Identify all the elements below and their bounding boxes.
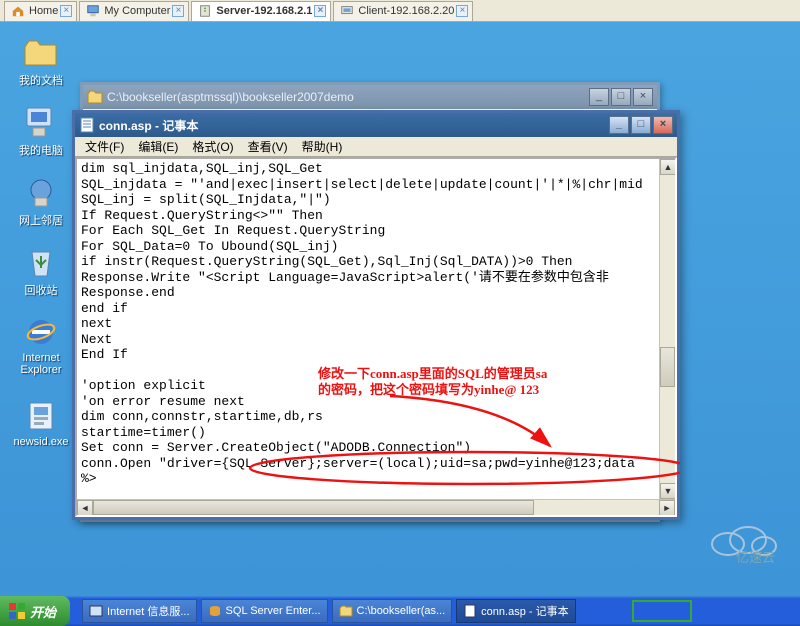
close-icon[interactable]: × <box>456 5 468 17</box>
taskbar-button-label: conn.asp - 记事本 <box>481 603 568 619</box>
desktop-icon-network[interactable]: 网上邻居 <box>6 174 76 228</box>
tray-highlight <box>632 600 692 622</box>
app-icon <box>89 604 103 618</box>
minimize-button[interactable]: _ <box>589 88 609 106</box>
folder-icon <box>21 34 61 70</box>
taskbar-button-label: Internet 信息服... <box>107 603 190 619</box>
notepad-titlebar[interactable]: conn.asp - 记事本 _ □ × <box>75 113 677 137</box>
scroll-thumb[interactable] <box>93 500 534 515</box>
computer-icon <box>21 104 61 140</box>
start-button[interactable]: 开始 <box>0 596 70 626</box>
close-icon[interactable]: × <box>60 5 72 17</box>
desktop-icon-label: 我的文档 <box>6 72 76 88</box>
annotation-line: 的密码，把这个密码填写为yinhe@ 123 <box>318 382 588 398</box>
minimize-button[interactable]: _ <box>609 116 629 134</box>
vm-tab-label: Client-192.168.2.20 <box>358 5 454 17</box>
vm-tab-my-computer[interactable]: My Computer × <box>79 1 189 21</box>
menu-help[interactable]: 帮助(H) <box>296 137 349 156</box>
desktop-icon-label: 我的电脑 <box>6 142 76 158</box>
annotation-line: 修改一下conn.asp里面的SQL的管理员sa <box>318 366 588 382</box>
vm-tab-label: Server-192.168.2.1 <box>216 5 312 17</box>
app-icon <box>208 604 222 618</box>
close-button[interactable]: × <box>653 116 673 134</box>
folder-icon <box>339 604 353 618</box>
vertical-scrollbar[interactable]: ▲ ▼ <box>659 159 675 499</box>
taskbar-button-iis[interactable]: Internet 信息服... <box>82 599 197 623</box>
text-editor[interactable]: dim sql_injdata,SQL_inj,SQL_Get SQL_injd… <box>77 159 659 499</box>
maximize-button[interactable]: □ <box>611 88 631 106</box>
vm-tab-label: Home <box>29 5 58 17</box>
maximize-button[interactable]: □ <box>631 116 651 134</box>
vm-tab-bar: Home × My Computer × Server-192.168.2.1 … <box>0 0 800 22</box>
exe-icon <box>21 398 61 434</box>
scroll-up-button[interactable]: ▲ <box>660 159 676 175</box>
editor-area: dim sql_injdata,SQL_inj,SQL_Get SQL_injd… <box>75 157 677 517</box>
vm-tab-client[interactable]: Client-192.168.2.20 × <box>333 1 473 21</box>
ie-icon <box>21 314 61 350</box>
menu-view[interactable]: 查看(V) <box>242 137 294 156</box>
server-icon <box>198 4 212 18</box>
vm-tab-home[interactable]: Home × <box>4 1 77 21</box>
close-icon[interactable]: × <box>172 5 184 17</box>
menu-file[interactable]: 文件(F) <box>79 137 130 156</box>
horizontal-scrollbar[interactable]: ◄ ► <box>77 499 675 515</box>
desktop-icon-label: 回收站 <box>6 282 76 298</box>
desktop-icon-label: newsid.exe <box>6 436 76 448</box>
pc-icon <box>86 4 100 18</box>
scroll-left-button[interactable]: ◄ <box>77 500 93 516</box>
notepad-icon <box>79 117 95 133</box>
taskbar-button-explorer[interactable]: C:\bookseller(as... <box>332 599 453 623</box>
vm-tab-label: My Computer <box>104 5 170 17</box>
desktop-icon-label: Internet Explorer <box>6 352 76 376</box>
explorer-titlebar[interactable]: C:\bookseller(asptmssql)\bookseller2007d… <box>83 85 657 109</box>
desktop-icon-recycle-bin[interactable]: 回收站 <box>6 244 76 298</box>
menu-edit[interactable]: 编辑(E) <box>132 137 184 156</box>
vm-tab-server[interactable]: Server-192.168.2.1 × <box>191 1 331 21</box>
scroll-down-button[interactable]: ▼ <box>660 483 676 499</box>
window-title: C:\bookseller(asptmssql)\bookseller2007d… <box>107 90 354 104</box>
taskbar-button-label: SQL Server Enter... <box>226 605 321 617</box>
menubar: 文件(F) 编辑(E) 格式(O) 查看(V) 帮助(H) <box>75 137 677 157</box>
home-icon <box>11 4 25 18</box>
desktop-icon-my-documents[interactable]: 我的文档 <box>6 34 76 88</box>
close-button[interactable]: × <box>633 88 653 106</box>
taskbar-button-notepad[interactable]: conn.asp - 记事本 <box>456 599 575 623</box>
window-title: conn.asp - 记事本 <box>99 117 198 134</box>
desktop-icon-newsid[interactable]: newsid.exe <box>6 398 76 448</box>
annotation-text: 修改一下conn.asp里面的SQL的管理员sa 的密码，把这个密码填写为yin… <box>318 366 588 398</box>
taskbar-button-label: C:\bookseller(as... <box>357 605 446 617</box>
scroll-track[interactable] <box>93 500 659 515</box>
desktop: 我的文档 我的电脑 网上邻居 回收站 Internet Explorer new… <box>0 22 800 596</box>
scroll-track[interactable] <box>660 175 675 483</box>
notepad-window: conn.asp - 记事本 _ □ × 文件(F) 编辑(E) 格式(O) 查… <box>72 110 680 520</box>
scroll-thumb[interactable] <box>660 347 675 387</box>
menu-format[interactable]: 格式(O) <box>186 137 239 156</box>
recycle-icon <box>21 244 61 280</box>
taskbar: 开始 Internet 信息服... SQL Server Enter... C… <box>0 596 800 626</box>
desktop-icon-label: 网上邻居 <box>6 212 76 228</box>
folder-icon <box>87 89 103 105</box>
close-icon[interactable]: × <box>314 5 326 17</box>
watermark-text: 亿速云 <box>736 550 775 564</box>
notepad-icon <box>463 604 477 618</box>
desktop-icon-my-computer[interactable]: 我的电脑 <box>6 104 76 158</box>
windows-logo-icon <box>8 602 26 620</box>
network-icon <box>21 174 61 210</box>
taskbar-button-sqlserver[interactable]: SQL Server Enter... <box>201 599 328 623</box>
desktop-icon-ie[interactable]: Internet Explorer <box>6 314 76 376</box>
client-icon <box>340 4 354 18</box>
scroll-right-button[interactable]: ► <box>659 500 675 516</box>
start-label: 开始 <box>30 602 56 621</box>
watermark: 亿速云 <box>698 516 798 564</box>
